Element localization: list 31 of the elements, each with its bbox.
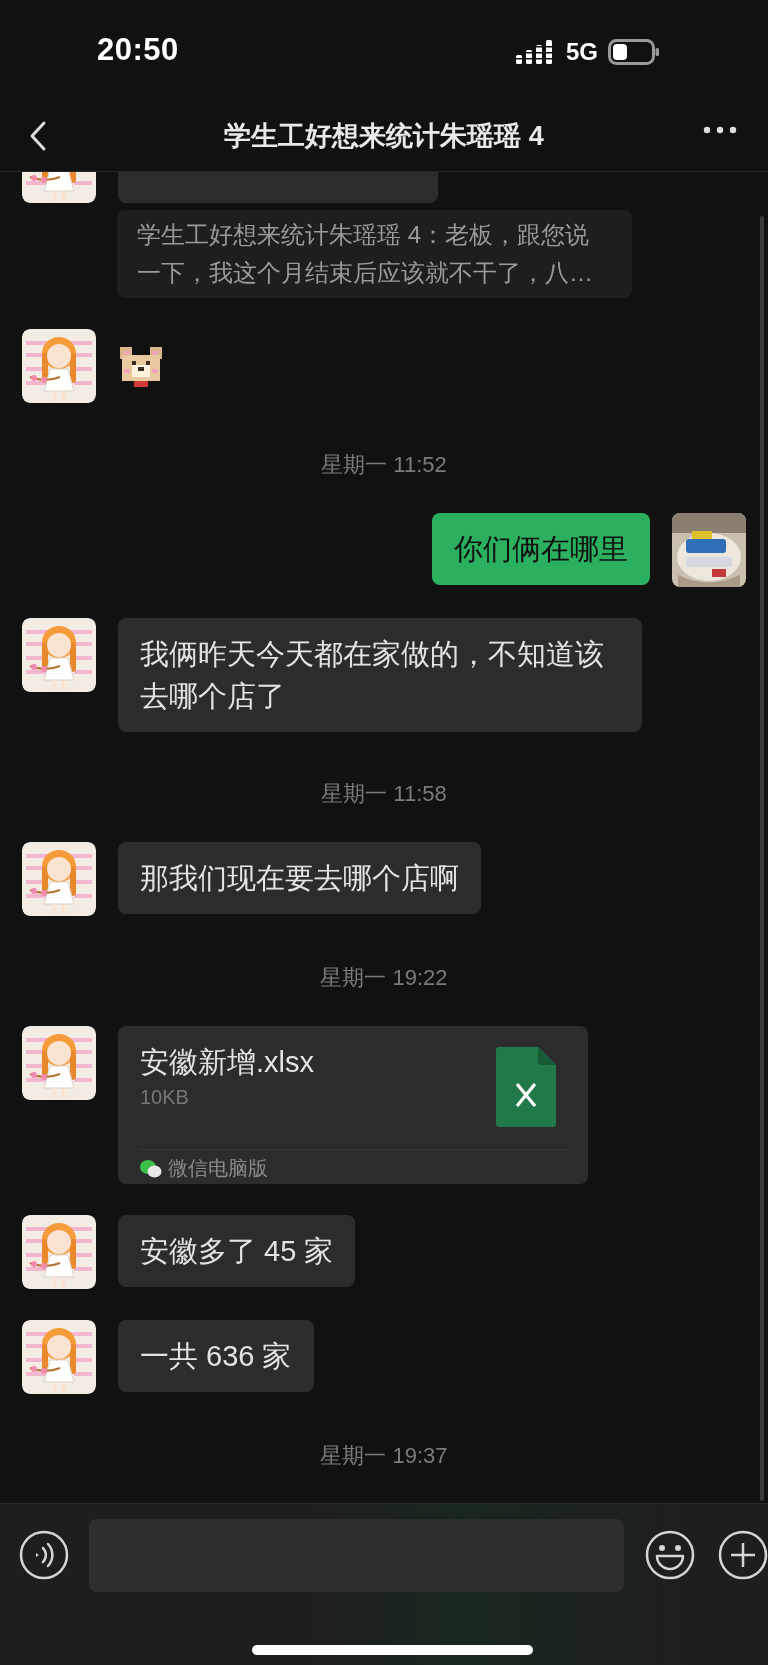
- avatar[interactable]: [22, 1320, 96, 1394]
- quoted-message[interactable]: 学生工好想来统计朱瑶瑶 4：老板，跟您说一下，我这个月结束后应该就不干了，八…: [117, 210, 632, 298]
- add-button[interactable]: [718, 1530, 768, 1580]
- timestamp: 星期一 19:22: [320, 966, 448, 990]
- message-bubble[interactable]: 一共 636 家: [118, 1320, 314, 1392]
- spreadsheet-file-icon: [496, 1047, 556, 1127]
- avatar[interactable]: [22, 618, 96, 692]
- chat-bubbles-icon: [140, 1158, 162, 1179]
- voice-button[interactable]: [19, 1530, 69, 1580]
- scroll-bar[interactable]: [760, 216, 764, 1501]
- source-label: 微信电脑版: [168, 1156, 268, 1181]
- message-bubble[interactable]: 那我们现在要去哪个店啊: [118, 842, 481, 914]
- avatar[interactable]: [22, 329, 96, 403]
- timestamp: 星期一 11:52: [321, 453, 447, 477]
- message-bubble[interactable]: 你们俩在哪里: [432, 513, 650, 585]
- avatar[interactable]: [22, 842, 96, 916]
- file-name: 安徽新增.xlsx: [140, 1045, 315, 1080]
- chat-title: 学生工好想来统计朱瑶瑶 4: [224, 119, 544, 153]
- message-bubble[interactable]: 我俩昨天今天都在家做的，不知道该去哪个店了: [118, 618, 642, 732]
- clock-time: 20:50: [97, 32, 179, 68]
- file-card[interactable]: 安徽新增.xlsx 10KB 微信电脑版: [118, 1026, 588, 1184]
- avatar[interactable]: [22, 1215, 96, 1289]
- avatar[interactable]: [22, 1026, 96, 1100]
- message-bubble[interactable]: 安徽多了 45 家: [118, 1215, 356, 1287]
- timestamp: 星期一 11:58: [321, 782, 447, 806]
- network-label: 5G: [566, 38, 598, 66]
- timestamp: 星期一 19:37: [320, 1444, 448, 1468]
- file-size: 10KB: [140, 1086, 190, 1109]
- emoji-button[interactable]: [645, 1530, 695, 1580]
- battery-icon: [608, 39, 660, 65]
- more-button[interactable]: [702, 124, 738, 136]
